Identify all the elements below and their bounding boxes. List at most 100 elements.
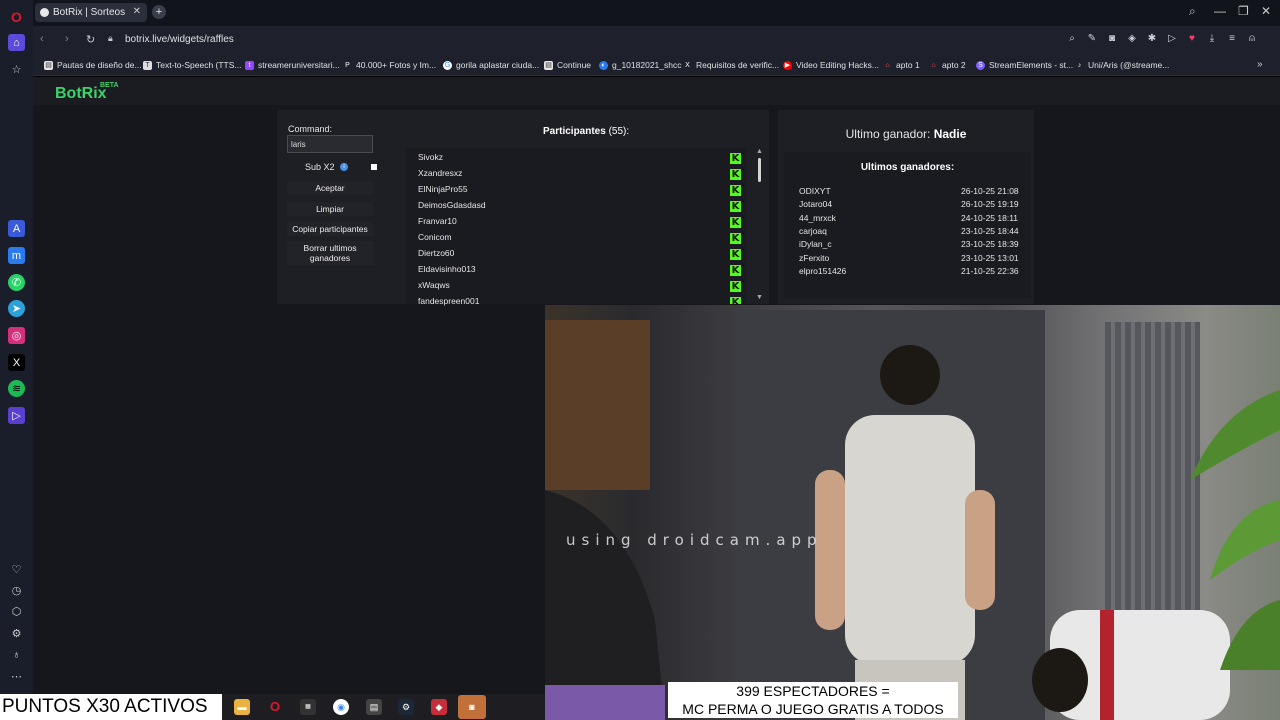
bookmark-item[interactable]: ▤ Pautas de diseño de...: [44, 60, 142, 70]
favorite-heart-icon[interactable]: ♥: [1186, 33, 1198, 45]
participant-name: Eldavisinho013: [418, 264, 476, 274]
winners-title: Ultimos ganadores:: [860, 162, 955, 173]
bookmark-item[interactable]: Ggorila aplastar ciuda...: [443, 60, 539, 70]
scroll-thumb[interactable]: [758, 158, 761, 182]
forward-icon[interactable]: ›: [65, 33, 69, 45]
kick-badge-icon: K: [730, 153, 741, 164]
messenger-icon[interactable]: m: [8, 247, 25, 264]
url-field[interactable]: botrix.live/widgets/raffles: [125, 34, 234, 45]
bookmark-item[interactable]: ▤ Continue: [544, 60, 591, 70]
heart-icon[interactable]: ♡: [8, 561, 25, 578]
minimize-icon[interactable]: —: [1214, 4, 1226, 18]
player-icon[interactable]: ▷: [8, 407, 25, 424]
lock-icon: 🔒︎: [108, 33, 113, 43]
history-icon[interactable]: ◷: [8, 582, 25, 599]
participant-name: Franvar10: [418, 216, 457, 226]
steam-icon[interactable]: ⚙: [398, 699, 414, 715]
webcam-foreground-person: [545, 490, 665, 720]
back-icon[interactable]: ‹: [40, 33, 44, 45]
instagram-icon[interactable]: ◎: [8, 327, 25, 344]
close-window-icon[interactable]: ✕: [1261, 4, 1271, 18]
espectadores-banner: 399 ESPECTADORES = MC PERMA O JUEGO GRAT…: [668, 682, 958, 718]
camera-icon[interactable]: ◙: [1106, 33, 1118, 45]
menu-icon[interactable]: ≡: [1226, 33, 1238, 45]
kick-badge-icon: K: [730, 185, 741, 196]
info-icon[interactable]: i: [340, 163, 348, 171]
kick-badge-icon: K: [730, 217, 741, 228]
telegram-icon[interactable]: ➤: [8, 300, 25, 317]
bookmark-item[interactable]: T Text-to-Speech (TTS...: [143, 60, 242, 70]
winner-name: elpro151426: [799, 265, 847, 276]
home-icon[interactable]: ⌂: [8, 34, 25, 51]
search-tabs-icon[interactable]: ⌕: [1189, 4, 1196, 19]
obs-icon[interactable]: ◙: [458, 695, 486, 719]
scroll-down-icon[interactable]: ▼: [756, 294, 763, 301]
sub-x2-checkbox[interactable]: [371, 164, 377, 170]
kick-badge-icon: K: [730, 201, 741, 212]
chrome-icon[interactable]: ◉: [333, 699, 349, 715]
bookmark-item[interactable]: ♪ Uni/Aris (@streame...: [1075, 60, 1170, 70]
opera-sidebar: O ⌂ ☆ A m ✆ ➤ ◎ X ≋ ▷ ♡ ◷ ⬡ ⚙ ♁ ⋯: [0, 0, 33, 694]
participant-name: ElNinjaPro55: [418, 184, 468, 194]
aria-icon[interactable]: A: [8, 220, 25, 237]
botrix-logo[interactable]: BotRix: [55, 85, 107, 103]
maximize-icon[interactable]: ❐: [1238, 4, 1249, 18]
sub-x2-label: Sub X2: [305, 162, 335, 172]
winner-date: 24-10-25 18:11: [961, 212, 1019, 223]
shield-icon[interactable]: ◈: [1126, 33, 1138, 45]
tips-icon[interactable]: ♁: [8, 646, 25, 663]
spotify-icon[interactable]: ≋: [8, 380, 25, 397]
game-icon[interactable]: ◆: [431, 699, 447, 715]
bookmark-item[interactable]: t streameruniversitari...: [245, 60, 340, 70]
bookmark-item[interactable]: ⌂ apto 1: [883, 60, 919, 70]
scroll-up-icon[interactable]: ▲: [756, 148, 763, 155]
extensions-icon[interactable]: ⬡: [8, 603, 25, 620]
clear-button[interactable]: Limpiar: [287, 202, 373, 216]
opera-taskbar-icon[interactable]: O: [267, 699, 283, 715]
winner-name: ODIXYT: [799, 186, 831, 196]
winner-name: iDylan_c: [799, 239, 832, 250]
participant-name: Conicom: [418, 232, 452, 242]
kick-badge-icon: K: [730, 249, 741, 260]
command-input[interactable]: [287, 135, 373, 153]
bookmarks-overflow-icon[interactable]: »: [1257, 59, 1263, 70]
close-tab-icon[interactable]: ✕: [133, 6, 141, 17]
pin-icon[interactable]: ☆: [8, 61, 25, 78]
participant-name: Xzandresxz: [418, 168, 463, 178]
bookmark-item[interactable]: ⌂ apto 2: [929, 60, 965, 70]
x-twitter-icon[interactable]: X: [8, 354, 25, 371]
tab-bar: [33, 0, 1280, 26]
participant-name: Diertzo60: [418, 248, 455, 258]
webcam-person: [815, 345, 995, 720]
participant-name: fandespreen001: [418, 296, 480, 306]
bookmark-item[interactable]: P 40.000+ Fotos y Im...: [343, 60, 436, 70]
clear-winners-button[interactable]: Borrar ultimos ganadores: [287, 241, 373, 265]
tab-botrix[interactable]: BotRix | Sorteos ✕: [35, 3, 147, 22]
bookmark-item[interactable]: X Requisitos de verific...: [683, 60, 779, 70]
profile-icon[interactable]: ⍝: [1246, 33, 1258, 45]
edit-icon[interactable]: ✎: [1086, 33, 1098, 45]
bookmark-item[interactable]: S StreamElements - st...: [976, 60, 1073, 70]
winner-name: Jotaro04: [799, 199, 833, 210]
opera-logo-icon[interactable]: O: [8, 8, 25, 25]
bookmark-item[interactable]: ◐ g_10182021_shcc: [599, 60, 681, 70]
copy-participants-button[interactable]: Copiar participantes: [287, 222, 373, 236]
player-toolbar-icon[interactable]: ▷: [1166, 33, 1178, 45]
new-tab-button[interactable]: +: [152, 5, 166, 19]
app-taskbar-icon[interactable]: ▦: [300, 699, 316, 715]
reload-icon[interactable]: ↻: [86, 33, 95, 46]
search-page-icon[interactable]: ⌕: [1066, 33, 1078, 45]
kick-badge-icon: K: [730, 297, 741, 308]
file-explorer-icon[interactable]: ▬: [234, 699, 250, 715]
more-icon[interactable]: ⋯: [8, 668, 25, 685]
tab-title: BotRix | Sorteos: [53, 7, 126, 18]
extension-puzzle-icon[interactable]: ✱: [1146, 33, 1158, 45]
webcam-shelf: [545, 320, 650, 490]
calculator-icon[interactable]: ▤: [366, 699, 382, 715]
winner-name: zFerxito: [799, 252, 830, 263]
bookmark-item[interactable]: ▶ Video Editing Hacks...: [783, 60, 879, 70]
download-icon[interactable]: ⤓: [1206, 33, 1218, 45]
whatsapp-icon[interactable]: ✆: [8, 274, 25, 291]
settings-icon[interactable]: ⚙: [8, 625, 25, 642]
accept-button[interactable]: Aceptar: [287, 181, 373, 195]
